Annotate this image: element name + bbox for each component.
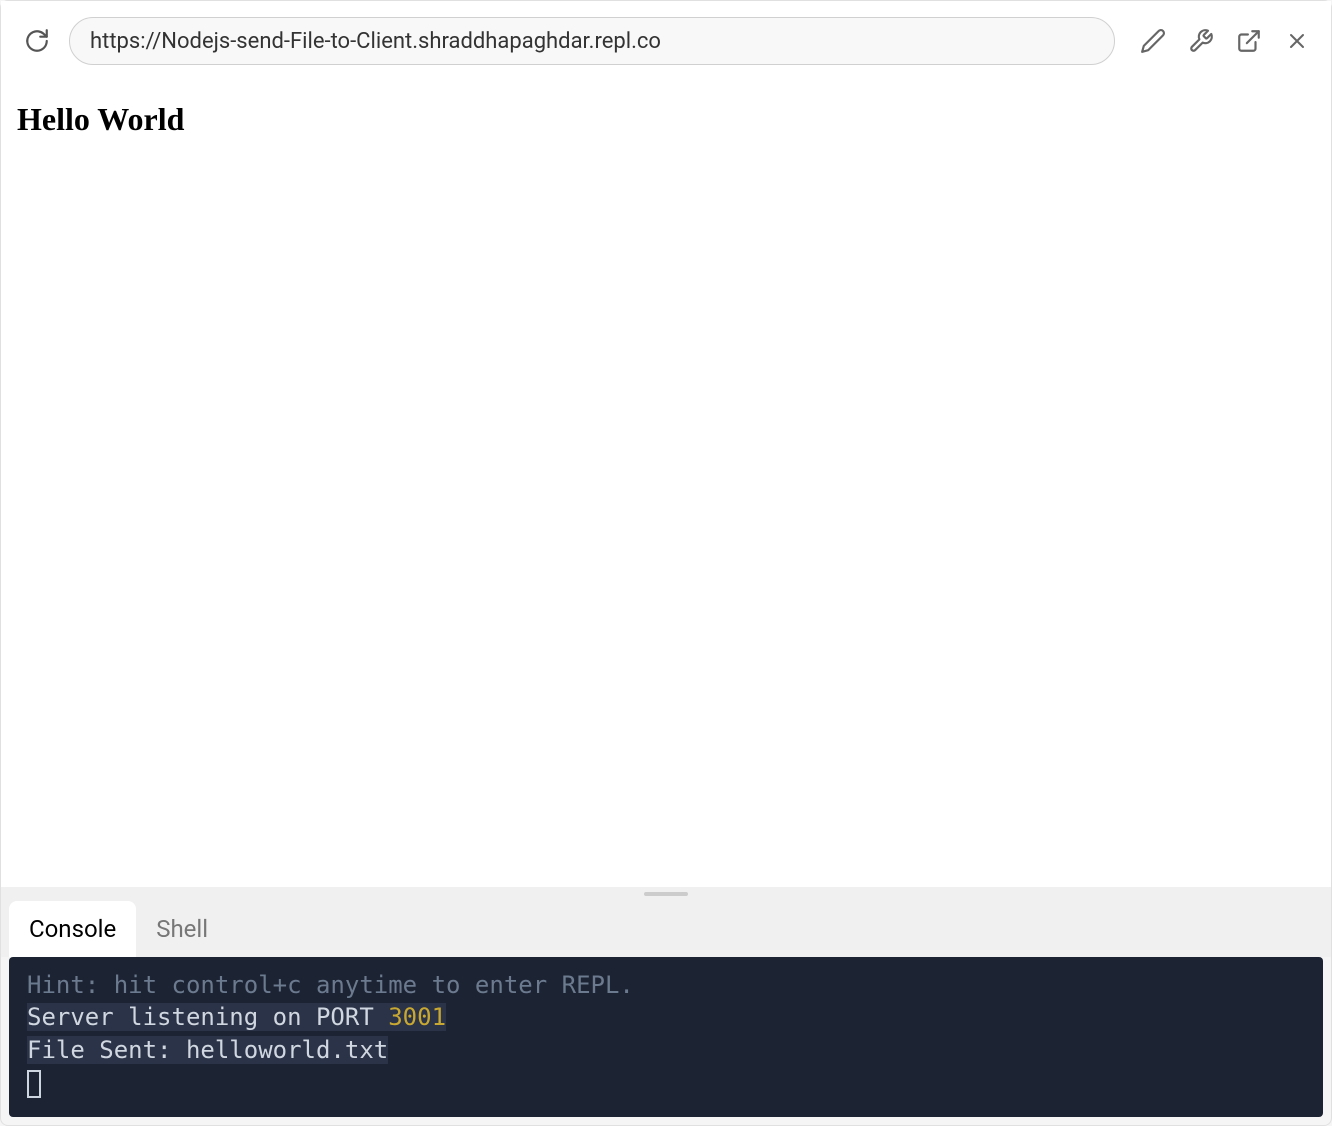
devtools-button[interactable] (1187, 27, 1215, 55)
tabs-bar: Console Shell (1, 901, 1331, 957)
close-icon (1285, 29, 1309, 53)
console-cursor-line (27, 1066, 1305, 1100)
console-line-2: File Sent: helloworld.txt (27, 1034, 1305, 1066)
reload-icon (24, 28, 50, 54)
resize-grip-icon (644, 892, 688, 896)
console-hint-line: Hint: hit control+c anytime to enter REP… (27, 969, 1305, 1001)
cursor-icon (27, 1070, 41, 1098)
console-line-1-prefix: Server listening on PORT (27, 1003, 388, 1031)
page-heading: Hello World (17, 101, 1315, 138)
console-line-1: Server listening on PORT 3001 (27, 1001, 1305, 1033)
resize-handle[interactable] (1, 887, 1331, 901)
tab-shell[interactable]: Shell (136, 901, 228, 957)
page-content: Hello World (1, 81, 1331, 887)
external-link-icon (1236, 28, 1262, 54)
console-output[interactable]: Hint: hit control+c anytime to enter REP… (9, 957, 1323, 1117)
reload-button[interactable] (21, 25, 53, 57)
close-button[interactable] (1283, 27, 1311, 55)
toolbar-icons (1131, 27, 1311, 55)
tab-console[interactable]: Console (9, 901, 136, 957)
console-line-1-port: 3001 (388, 1003, 446, 1031)
edit-button[interactable] (1139, 27, 1167, 55)
open-external-button[interactable] (1235, 27, 1263, 55)
pencil-icon (1140, 28, 1166, 54)
url-input[interactable] (69, 17, 1115, 65)
wrench-icon (1188, 28, 1214, 54)
browser-bar (1, 1, 1331, 81)
